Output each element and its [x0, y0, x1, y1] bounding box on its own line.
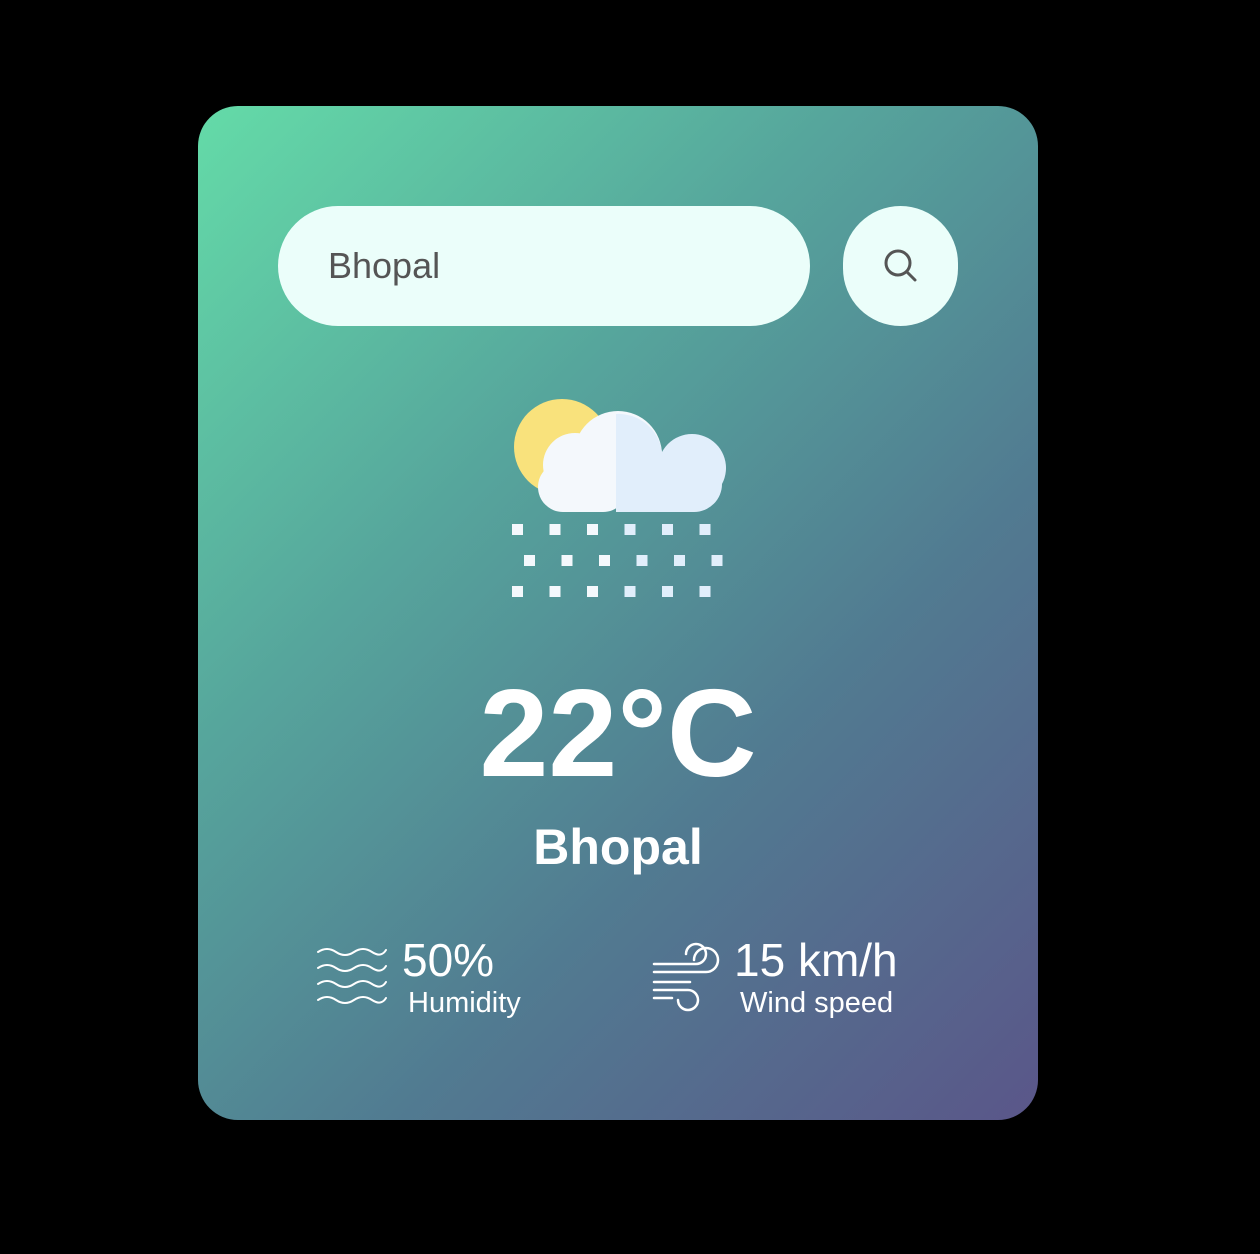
snowflake-dot: [599, 555, 610, 566]
snowflake-dot: [624, 524, 636, 535]
snowflake-dot: [674, 555, 685, 566]
snowflake-dot: [624, 586, 636, 597]
temperature-value: 22°C: [479, 665, 757, 803]
city-name: Bhopal: [533, 819, 703, 875]
wind-value: 15 km/h: [734, 934, 898, 986]
snowflake-dot: [512, 524, 523, 535]
snowflake-dot: [662, 586, 673, 597]
humidity-waves-icon: [317, 948, 387, 1004]
wind-stat: 15 km/h Wind speed: [650, 934, 950, 1024]
wind-icon: [652, 942, 720, 1012]
snowflake-dot: [636, 555, 648, 566]
snowflake-dot: [662, 524, 673, 535]
search-button[interactable]: [843, 206, 958, 326]
snowflake-dot: [524, 555, 535, 566]
snowflake-dot: [587, 586, 598, 597]
snowflake-dot: [549, 586, 561, 597]
snowflake-dot: [699, 586, 711, 597]
wind-label: Wind speed: [740, 987, 894, 1019]
snowflake-dot: [512, 586, 523, 597]
weather-card: 22°C Bhopal 50% Humidity 15 km/h Wind sp…: [198, 106, 1038, 1120]
humidity-stat: 50% Humidity: [316, 934, 576, 1024]
search-icon: [884, 249, 916, 282]
snowflake-dot: [587, 524, 598, 535]
snowflake-dot: [549, 524, 561, 535]
humidity-value: 50%: [402, 934, 495, 986]
snow-cloud-sun-icon: [512, 399, 726, 597]
city-search-input[interactable]: [278, 206, 810, 326]
humidity-label: Humidity: [408, 987, 521, 1019]
snowflake-dot: [561, 555, 573, 566]
snowflake-dot: [699, 524, 711, 535]
snowflake-dot: [711, 555, 723, 566]
